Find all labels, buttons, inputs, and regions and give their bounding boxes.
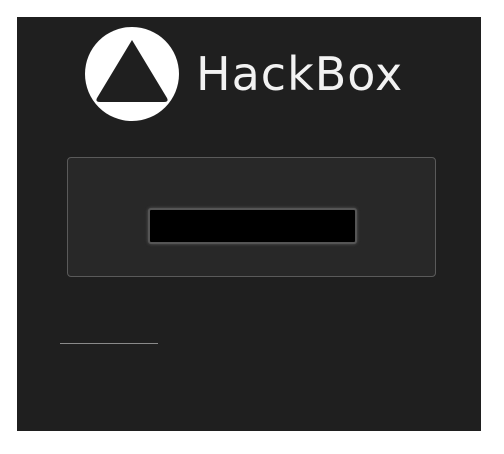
triangle-in-circle-icon — [85, 27, 179, 121]
brand-name: HackBox — [196, 47, 404, 101]
brand-header: HackBox — [84, 25, 403, 123]
app-panel: HackBox — [17, 17, 481, 431]
text-input[interactable] — [148, 208, 357, 244]
divider — [60, 343, 158, 344]
input-card — [67, 157, 436, 277]
